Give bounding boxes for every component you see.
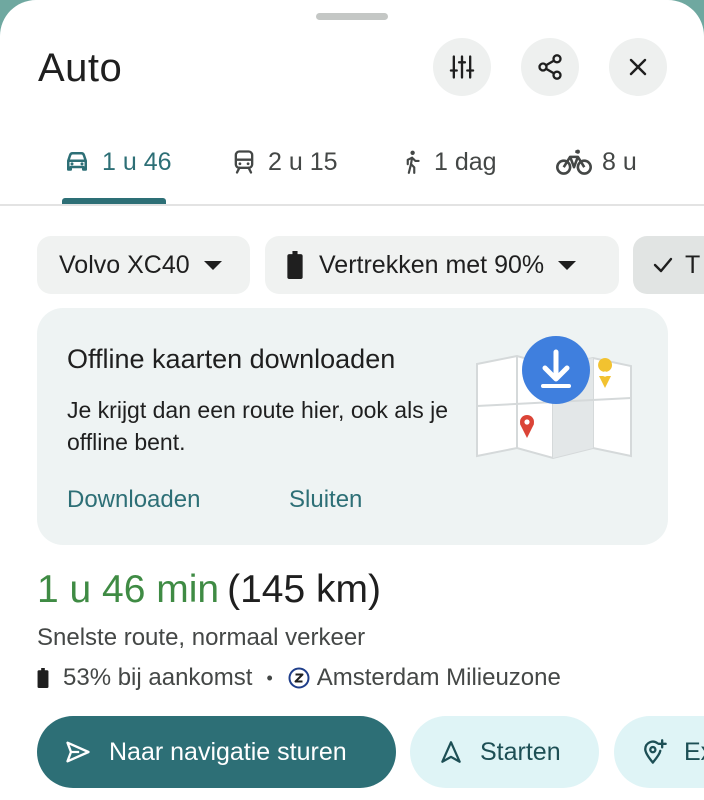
download-link[interactable]: Downloaden bbox=[67, 486, 200, 514]
tab-car[interactable]: 1 u 46 bbox=[62, 120, 172, 204]
close-icon bbox=[629, 58, 647, 76]
sliders-icon bbox=[449, 55, 475, 79]
battery-icon bbox=[287, 251, 303, 279]
toll-chip[interactable]: T bbox=[633, 236, 704, 294]
bicycle-icon bbox=[556, 149, 592, 175]
start-label: Starten bbox=[480, 737, 561, 766]
vehicle-chip[interactable]: Volvo XC40 bbox=[37, 236, 250, 294]
route-meta: 53% bij aankomst • Amsterdam Milieuzone bbox=[37, 664, 561, 692]
check-icon bbox=[653, 257, 673, 273]
navigation-arrow-icon bbox=[441, 741, 461, 763]
close-button[interactable] bbox=[609, 38, 667, 96]
battery-chip[interactable]: Vertrekken met 90% bbox=[265, 236, 619, 294]
tab-bicycle-label: 8 u bbox=[602, 147, 637, 176]
tab-car-label: 1 u 46 bbox=[102, 147, 172, 176]
route-distance: (145 km) bbox=[227, 568, 381, 611]
add-stop-label: Ex bbox=[684, 737, 704, 766]
route-duration: 1 u 46 min (145 km) bbox=[37, 568, 381, 612]
offline-map-illustration bbox=[476, 336, 632, 460]
send-icon bbox=[66, 741, 90, 763]
share-icon bbox=[538, 54, 562, 80]
tab-walking[interactable]: 1 dag bbox=[398, 120, 497, 204]
drag-handle[interactable] bbox=[316, 13, 388, 20]
send-to-navigation-button[interactable]: Naar navigatie sturen bbox=[37, 716, 396, 788]
toll-chip-label: T bbox=[685, 250, 701, 279]
tab-bicycle[interactable]: 8 u bbox=[556, 120, 637, 204]
add-location-icon bbox=[644, 739, 667, 764]
chevron-down-icon bbox=[203, 260, 222, 270]
offline-card-title: Offline kaarten downloaden bbox=[67, 344, 396, 374]
emission-zone[interactable]: Amsterdam Milieuzone bbox=[317, 664, 561, 692]
tab-transit-label: 2 u 15 bbox=[268, 147, 338, 176]
offline-maps-card: Offline kaarten downloaden Je krijgt dan… bbox=[37, 308, 668, 545]
zone-icon bbox=[288, 667, 310, 689]
route-time: 1 u 46 min bbox=[37, 568, 220, 611]
active-tab-indicator bbox=[62, 198, 166, 204]
start-button[interactable]: Starten bbox=[410, 716, 599, 788]
walking-icon bbox=[406, 150, 420, 174]
tab-transit[interactable]: 2 u 15 bbox=[230, 120, 338, 204]
page-title: Auto bbox=[38, 46, 123, 90]
route-options-button[interactable] bbox=[433, 38, 491, 96]
battery-icon bbox=[37, 668, 49, 688]
tab-walking-label: 1 dag bbox=[434, 147, 497, 176]
share-button[interactable] bbox=[521, 38, 579, 96]
travel-mode-tabs: 1 u 46 2 u 15 1 dag 8 u bbox=[0, 120, 704, 206]
train-icon bbox=[234, 150, 254, 174]
arrival-battery: 53% bij aankomst bbox=[63, 664, 253, 691]
meta-separator: • bbox=[266, 667, 273, 688]
vehicle-chip-label: Volvo XC40 bbox=[59, 250, 190, 279]
dismiss-link[interactable]: Sluiten bbox=[289, 486, 362, 514]
add-stop-button[interactable]: Ex bbox=[614, 716, 704, 788]
route-description: Snelste route, normaal verkeer bbox=[37, 624, 366, 651]
chevron-down-icon bbox=[558, 260, 577, 270]
battery-chip-label: Vertrekken met 90% bbox=[319, 250, 545, 279]
car-icon bbox=[67, 152, 87, 171]
directions-sheet: Auto 1 u 46 2 u 15 1 dag 8 u Volvo XC40 … bbox=[0, 0, 704, 800]
offline-card-body: Je krijgt dan een route hier, ook als je… bbox=[67, 397, 449, 455]
send-to-navigation-label: Naar navigatie sturen bbox=[109, 737, 347, 766]
